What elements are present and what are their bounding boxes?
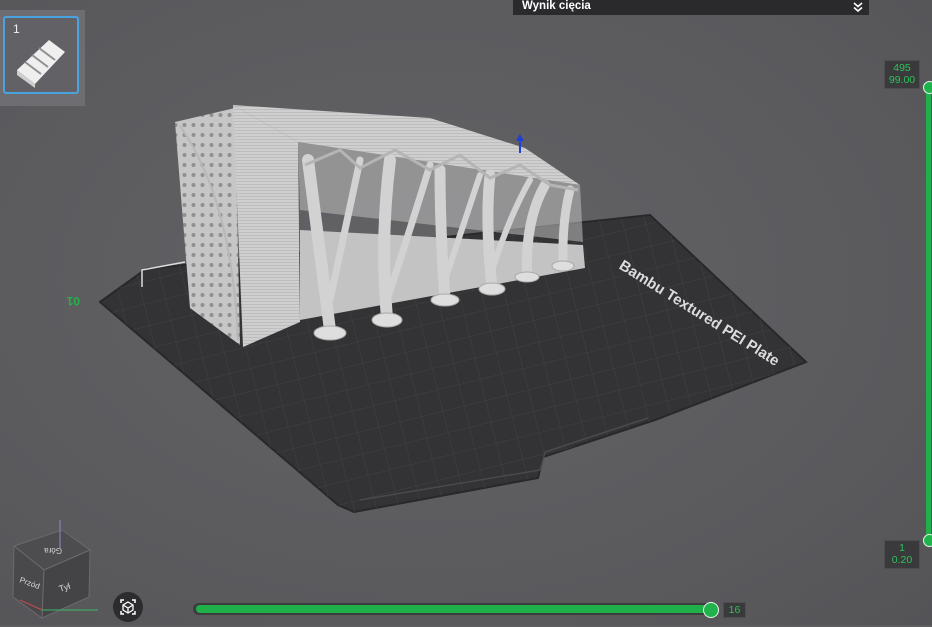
- plate-list-panel: 1: [0, 10, 85, 106]
- move-slider-handle[interactable]: [703, 602, 719, 618]
- layer-top-height: 99.00: [888, 74, 916, 86]
- view-cube[interactable]: [12, 520, 98, 619]
- 3d-viewport[interactable]: Bambu Textured PEI Plate 01 Góra Przód T…: [0, 0, 932, 625]
- bed-plate-id: 01: [66, 294, 80, 308]
- slicing-result-header[interactable]: Wynik cięcia: [513, 0, 869, 15]
- double-chevron-down-icon[interactable]: [852, 1, 864, 13]
- layer-slider-top-handle[interactable]: [923, 81, 932, 94]
- slicing-result-title: Wynik cięcia: [522, 0, 591, 12]
- layer-top-label: 495 99.00: [884, 60, 920, 89]
- layer-top-number: 495: [893, 62, 911, 74]
- plate-thumbnail[interactable]: 1: [3, 16, 79, 94]
- view-cube-top-label: Góra: [44, 546, 62, 555]
- layer-slider-track[interactable]: [926, 86, 931, 540]
- scene-canvas[interactable]: Bambu Textured PEI Plate 01 Góra Przód T…: [0, 0, 932, 625]
- move-slider-fill: [196, 605, 708, 613]
- layer-bottom-label: 1 0.20: [884, 540, 920, 569]
- plate-number: 1: [13, 22, 20, 36]
- layer-slider-bottom-handle[interactable]: [923, 534, 932, 547]
- fit-view-icon: [120, 599, 136, 615]
- reset-view-button[interactable]: [113, 592, 143, 622]
- layer-bottom-height: 0.20: [891, 554, 913, 566]
- move-slider-value: 16: [723, 602, 746, 618]
- layer-bottom-number: 1: [899, 542, 905, 554]
